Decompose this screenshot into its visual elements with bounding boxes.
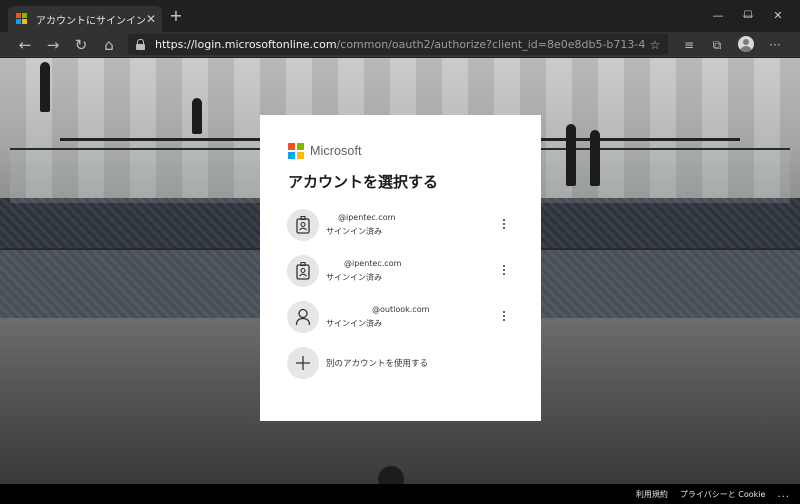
account-picker-card: Microsoft アカウントを選択する @ipentec.com サインイン済… <box>260 115 541 421</box>
account-status: サインイン済み <box>326 227 382 236</box>
back-button[interactable]: ← <box>16 36 34 54</box>
favorites-list-icon[interactable]: ≡ <box>680 36 698 54</box>
window-close-button[interactable]: ✕ <box>764 6 792 26</box>
tab-close-icon[interactable]: ✕ <box>146 12 156 26</box>
account-status: サインイン済み <box>326 273 382 282</box>
account-item[interactable]: @ipentec.com サインイン済み <box>287 248 513 294</box>
tab-bar: アカウントにサインイン ✕ + — <box>0 0 800 32</box>
person-figure <box>590 130 600 186</box>
microsoft-logo-icon <box>288 143 304 159</box>
more-options-icon[interactable] <box>497 214 511 234</box>
brand-header: Microsoft <box>288 143 513 159</box>
add-account-label: 別のアカウントを使用する <box>326 359 429 369</box>
url-field[interactable]: https://login.microsoftonline.com/common… <box>128 34 668 55</box>
url-host: https://login.microsoftonline.com <box>155 38 337 51</box>
account-email: @outlook.com <box>372 305 430 314</box>
account-item[interactable]: @ipentec.com サインイン済み <box>287 202 513 248</box>
collections-icon[interactable]: ⧉ <box>708 36 726 54</box>
footer: 利用規約 プライバシーと Cookie ... <box>0 484 800 504</box>
new-tab-button[interactable]: + <box>168 8 184 24</box>
terms-link[interactable]: 利用規約 <box>636 489 668 500</box>
plus-icon <box>287 347 319 379</box>
minimize-button-2[interactable]: — <box>704 6 732 26</box>
person-icon <box>287 301 319 333</box>
badge-icon <box>287 209 319 241</box>
handrail-left <box>60 138 260 141</box>
glass-rail-lower-left <box>0 248 260 318</box>
page-title: アカウントを選択する <box>288 173 439 191</box>
brand-name: Microsoft <box>310 144 362 158</box>
tab-title: アカウントにサインイン <box>36 15 146 27</box>
browser-tab[interactable]: アカウントにサインイン ✕ <box>8 6 162 32</box>
maximize-button[interactable]: ☐ <box>734 6 762 26</box>
url-text: https://login.microsoftonline.com/common… <box>155 38 646 51</box>
lock-icon <box>136 39 145 50</box>
more-options-icon[interactable] <box>497 260 511 280</box>
microsoft-logo-icon <box>16 13 28 25</box>
account-status: サインイン済み <box>326 319 382 328</box>
person-figure <box>192 98 202 134</box>
badge-icon <box>287 255 319 287</box>
account-email: @ipentec.com <box>338 213 396 222</box>
refresh-button[interactable]: ↻ <box>72 36 90 54</box>
privacy-link[interactable]: プライバシーと Cookie <box>680 489 766 500</box>
url-path: /common/oauth2/authorize?client_id=8e0e8… <box>336 38 646 51</box>
account-list: @ipentec.com サインイン済み @ipentec.com サインイン済… <box>287 202 513 386</box>
glass-rail-left <box>10 148 260 203</box>
glass-rail-lower-right <box>540 248 800 318</box>
person-figure <box>566 124 576 186</box>
forward-button[interactable]: → <box>44 36 62 54</box>
settings-more-icon[interactable]: ··· <box>766 36 784 54</box>
address-bar: ← → ↻ ⌂ https://login.microsoftonline.co… <box>0 32 800 57</box>
add-account-item[interactable]: 別のアカウントを使用する <box>287 340 513 386</box>
person-figure <box>40 62 50 112</box>
glass-rail-right <box>540 148 790 203</box>
more-options-icon[interactable] <box>497 306 511 326</box>
account-email: @ipentec.com <box>344 259 402 268</box>
account-item[interactable]: @outlook.com サインイン済み <box>287 294 513 340</box>
home-button[interactable]: ⌂ <box>100 36 118 54</box>
profile-avatar-icon[interactable] <box>738 36 754 52</box>
favorite-star-icon[interactable]: ☆ <box>646 38 664 52</box>
footer-more-icon[interactable]: ... <box>777 489 790 500</box>
